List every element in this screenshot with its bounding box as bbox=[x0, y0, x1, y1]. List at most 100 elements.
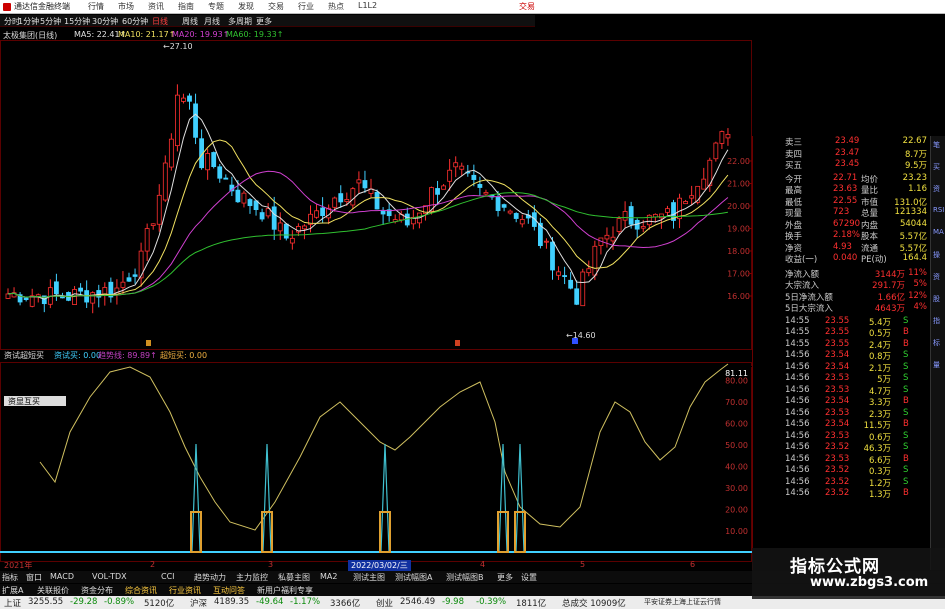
stat-row-cell: 现量 bbox=[785, 209, 803, 219]
side-tool-icon[interactable]: RSI bbox=[933, 206, 944, 214]
candle-body bbox=[483, 192, 489, 195]
tick-row-cell: 1.2万 bbox=[868, 478, 891, 489]
trade-link[interactable]: 交易 bbox=[519, 1, 535, 12]
tick-row-cell: 2.1万 bbox=[868, 363, 891, 374]
signal-spike bbox=[498, 443, 508, 553]
stat-row: 最高 23.63 量比 1.16 bbox=[753, 184, 931, 196]
order-book-row-cell: 卖三 bbox=[785, 138, 803, 148]
candle-body bbox=[447, 169, 453, 182]
candle-body bbox=[477, 183, 483, 188]
menu-item[interactable]: 专题 bbox=[208, 1, 238, 12]
side-tool-icon[interactable]: 买 bbox=[933, 162, 940, 172]
candle-body bbox=[271, 206, 277, 230]
indicator-tab[interactable]: 私募主图 bbox=[278, 572, 310, 583]
watermark-url: www.zbgs3.com bbox=[810, 575, 929, 590]
candle-body bbox=[174, 94, 180, 147]
indicator-tab[interactable]: CCI bbox=[161, 572, 175, 581]
period-tab[interactable]: 周线 bbox=[182, 16, 198, 27]
stat-row-cell: 今开 bbox=[785, 174, 803, 185]
order-book-row-cell: 23.49 bbox=[835, 136, 860, 146]
period-tab[interactable]: 月线 bbox=[204, 16, 220, 27]
candle-body bbox=[356, 179, 362, 184]
menu-item[interactable]: L1L2 bbox=[358, 1, 388, 12]
candlestick-chart[interactable]: 22.00 21.00 20.00 19.00 18.00 17.00 16.00 ←27.1… bbox=[0, 40, 752, 350]
candle-body bbox=[205, 153, 211, 171]
menu-item[interactable]: 行情 bbox=[88, 1, 118, 12]
candle-body bbox=[628, 206, 634, 225]
tick-row-cell: 23.55 bbox=[825, 338, 850, 349]
indicator-tab[interactable]: VOL-TDX bbox=[92, 572, 127, 581]
tick-row: 14:55 23.55 5.4万 S bbox=[753, 316, 931, 328]
indicator-tab[interactable]: 主力监控 bbox=[236, 572, 268, 583]
extension-tab[interactable]: 行业资讯 bbox=[169, 585, 201, 596]
side-tool-icon[interactable]: 指 bbox=[933, 316, 940, 326]
period-tab[interactable]: 更多 bbox=[256, 16, 272, 27]
stat-row-cell: 1.16 bbox=[908, 184, 927, 194]
extension-tab[interactable]: 关联报价 bbox=[37, 585, 69, 596]
side-tool-icon[interactable]: 笔 bbox=[933, 140, 940, 150]
menu-item[interactable]: 发现 bbox=[238, 1, 268, 12]
tick-row-cell: 23.54 bbox=[825, 350, 850, 360]
period-tab[interactable]: 60分钟 bbox=[122, 16, 148, 27]
candle-body bbox=[181, 97, 186, 102]
tick-row-cell: 0.6万 bbox=[868, 432, 891, 443]
period-tab[interactable]: 15分钟 bbox=[64, 16, 90, 27]
period-tab[interactable]: 30分钟 bbox=[92, 16, 118, 27]
side-toolbar[interactable]: 笔买资 RSI MA 操资股指标量 bbox=[930, 136, 945, 570]
candle-body bbox=[580, 271, 586, 307]
stat-row-cell: 23.23 bbox=[902, 172, 927, 183]
ticker-field: 4189.35 bbox=[214, 597, 250, 607]
ticker-field: 沪深 bbox=[190, 599, 208, 609]
indicator-tab[interactable]: 指标 bbox=[2, 572, 18, 583]
period-tab[interactable]: 5分钟 bbox=[40, 16, 61, 27]
indicator-tab[interactable]: 窗口 bbox=[26, 572, 42, 583]
candle-body bbox=[78, 287, 83, 292]
tick-row-cell: 23.52 bbox=[825, 488, 850, 498]
tick-row-cell: S bbox=[903, 384, 909, 395]
stat-row-cell: 量比 bbox=[861, 186, 879, 196]
extension-tab[interactable]: 综合资讯 bbox=[125, 585, 157, 596]
side-tool-icon[interactable]: 量 bbox=[933, 360, 940, 370]
menu-item[interactable]: 行业 bbox=[298, 1, 328, 12]
menu-item[interactable]: 热点 bbox=[328, 1, 358, 12]
menu-item[interactable]: 资讯 bbox=[148, 1, 178, 12]
candle-body bbox=[646, 214, 652, 226]
indicator-tab[interactable]: 测试幅图B bbox=[446, 572, 484, 583]
side-tool-icon[interactable]: 资 bbox=[933, 184, 940, 194]
menu-item[interactable]: 交易 bbox=[268, 1, 298, 12]
order-book-row-cell: 23.45 bbox=[835, 159, 860, 169]
tick-row-cell: 23.54 bbox=[825, 361, 850, 372]
period-tab[interactable]: 日线 bbox=[152, 16, 168, 27]
indicator-tab[interactable]: MA2 bbox=[320, 572, 337, 581]
candle-body bbox=[259, 212, 265, 220]
side-tool-icon[interactable]: 资 bbox=[933, 272, 940, 282]
extension-tab[interactable]: 新用户福利专享 bbox=[257, 585, 313, 596]
indicator-tab[interactable]: 测试主图 bbox=[353, 572, 385, 583]
menu-item[interactable]: 市场 bbox=[118, 1, 148, 12]
indicator-tab[interactable]: 设置 bbox=[521, 572, 537, 583]
indicator-tab[interactable]: MACD bbox=[50, 572, 74, 581]
tick-row-cell: 14:56 bbox=[785, 373, 810, 383]
side-tool-icon[interactable]: 股 bbox=[933, 294, 940, 304]
side-tool-icon[interactable]: 标 bbox=[933, 338, 940, 348]
extension-tab[interactable]: 互动问答 bbox=[213, 585, 245, 596]
date-label: 4 bbox=[480, 560, 486, 569]
tick-row-cell: 5.4万 bbox=[868, 317, 891, 328]
indicator-chart[interactable]: 90.0080.0070.0060.0050.0040.0030.0020.00… bbox=[0, 362, 752, 562]
indicator-tab[interactable]: 趋势动力 bbox=[194, 572, 226, 583]
period-tab[interactable]: 1分钟 bbox=[18, 16, 39, 27]
stat-row-cell: 5.57亿 bbox=[899, 232, 927, 242]
ma10-value: MA10: 21.17↑ bbox=[118, 30, 176, 39]
side-tool-icon[interactable]: 操 bbox=[933, 250, 940, 260]
indicator-tab[interactable]: 测试幅图A bbox=[395, 572, 432, 583]
stat-row: 最低 22.55 市值 131.0亿 bbox=[753, 196, 931, 208]
indicator-tab[interactable]: 更多 bbox=[497, 572, 513, 583]
tick-row-cell: 23.53 bbox=[825, 430, 850, 441]
period-tab[interactable]: 多周期 bbox=[228, 16, 252, 27]
extension-tab[interactable]: 资金分布 bbox=[81, 585, 113, 596]
side-tool-icon[interactable]: MA bbox=[933, 228, 944, 236]
menu-item[interactable]: 指南 bbox=[178, 1, 208, 12]
ma20-value: MA20: 19.93↑ bbox=[172, 30, 230, 39]
tick-row-cell: 14:56 bbox=[785, 350, 810, 360]
extension-tab[interactable]: 扩展A bbox=[2, 585, 23, 596]
